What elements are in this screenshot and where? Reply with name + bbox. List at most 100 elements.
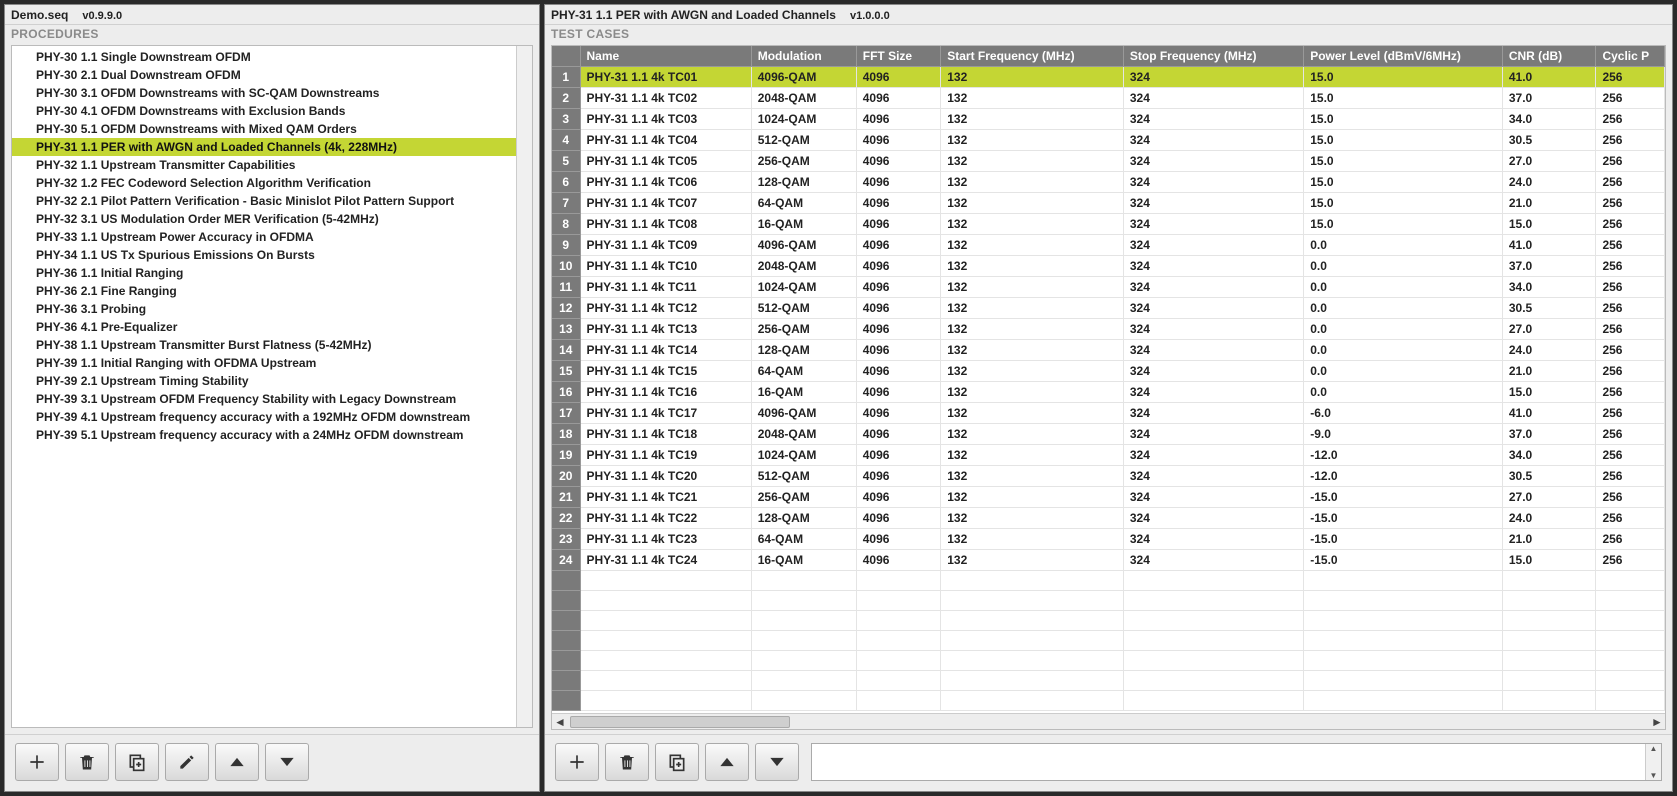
- row-number-cell[interactable]: 4: [552, 130, 580, 151]
- table-cell[interactable]: 15.0: [1502, 550, 1596, 571]
- move-testcase-up-button[interactable]: [705, 743, 749, 781]
- row-number-cell[interactable]: 18: [552, 424, 580, 445]
- table-cell[interactable]: 132: [941, 424, 1124, 445]
- table-row[interactable]: 5PHY-31 1.1 4k TC05256-QAM409613232415.0…: [552, 151, 1665, 172]
- column-header[interactable]: Stop Frequency (MHz): [1123, 46, 1303, 67]
- column-header[interactable]: FFT Size: [856, 46, 940, 67]
- table-cell[interactable]: 132: [941, 172, 1124, 193]
- table-cell[interactable]: [751, 611, 856, 631]
- row-number-cell[interactable]: 11: [552, 277, 580, 298]
- table-cell[interactable]: 256: [1596, 298, 1665, 319]
- table-cell[interactable]: PHY-31 1.1 4k TC11: [580, 277, 751, 298]
- table-cell[interactable]: 256: [1596, 319, 1665, 340]
- move-procedure-up-button[interactable]: [215, 743, 259, 781]
- table-cell[interactable]: 15.0: [1304, 214, 1503, 235]
- table-cell[interactable]: [856, 691, 940, 711]
- table-cell[interactable]: 37.0: [1502, 424, 1596, 445]
- table-cell[interactable]: -12.0: [1304, 466, 1503, 487]
- procedure-item[interactable]: PHY-39 2.1 Upstream Timing Stability: [12, 372, 532, 390]
- table-row[interactable]: 2PHY-31 1.1 4k TC022048-QAM409613232415.…: [552, 88, 1665, 109]
- table-cell[interactable]: -15.0: [1304, 487, 1503, 508]
- procedure-item[interactable]: PHY-36 2.1 Fine Ranging: [12, 282, 532, 300]
- table-cell[interactable]: 4096: [856, 382, 940, 403]
- table-cell[interactable]: [1596, 571, 1665, 591]
- table-cell[interactable]: 34.0: [1502, 109, 1596, 130]
- table-row[interactable]: [552, 631, 1665, 651]
- table-cell[interactable]: 256: [1596, 67, 1665, 88]
- table-cell[interactable]: 324: [1123, 445, 1303, 466]
- delete-procedure-button[interactable]: [65, 743, 109, 781]
- table-cell[interactable]: [1502, 631, 1596, 651]
- table-cell[interactable]: [856, 631, 940, 651]
- move-testcase-down-button[interactable]: [755, 743, 799, 781]
- row-number-cell[interactable]: 19: [552, 445, 580, 466]
- table-cell[interactable]: -12.0: [1304, 445, 1503, 466]
- table-cell[interactable]: PHY-31 1.1 4k TC19: [580, 445, 751, 466]
- row-number-cell[interactable]: 1: [552, 67, 580, 88]
- column-header[interactable]: Power Level (dBmV/6MHz): [1304, 46, 1503, 67]
- table-cell[interactable]: 256: [1596, 214, 1665, 235]
- column-header[interactable]: Modulation: [751, 46, 856, 67]
- row-number-cell[interactable]: 21: [552, 487, 580, 508]
- table-row[interactable]: 9PHY-31 1.1 4k TC094096-QAM40961323240.0…: [552, 235, 1665, 256]
- table-cell[interactable]: -15.0: [1304, 508, 1503, 529]
- table-cell[interactable]: 15.0: [1502, 214, 1596, 235]
- duplicate-procedure-button[interactable]: [115, 743, 159, 781]
- table-row[interactable]: 20PHY-31 1.1 4k TC20512-QAM4096132324-12…: [552, 466, 1665, 487]
- table-cell[interactable]: 132: [941, 340, 1124, 361]
- row-number-cell[interactable]: [552, 591, 580, 611]
- table-cell[interactable]: 256: [1596, 361, 1665, 382]
- table-cell[interactable]: 4096: [856, 319, 940, 340]
- table-cell[interactable]: 4096: [856, 487, 940, 508]
- table-cell[interactable]: [580, 631, 751, 651]
- table-cell[interactable]: 15.0: [1304, 88, 1503, 109]
- table-cell[interactable]: [1502, 571, 1596, 591]
- table-cell[interactable]: 24.0: [1502, 508, 1596, 529]
- procedure-item[interactable]: PHY-39 4.1 Upstream frequency accuracy w…: [12, 408, 532, 426]
- table-cell[interactable]: [1596, 611, 1665, 631]
- table-cell[interactable]: 27.0: [1502, 487, 1596, 508]
- table-cell[interactable]: 132: [941, 529, 1124, 550]
- table-cell[interactable]: [751, 671, 856, 691]
- table-cell[interactable]: [1502, 691, 1596, 711]
- procedure-item[interactable]: PHY-30 5.1 OFDM Downstreams with Mixed Q…: [12, 120, 532, 138]
- table-cell[interactable]: [1304, 591, 1503, 611]
- table-cell[interactable]: 132: [941, 67, 1124, 88]
- table-cell[interactable]: -6.0: [1304, 403, 1503, 424]
- row-number-cell[interactable]: 17: [552, 403, 580, 424]
- table-cell[interactable]: 16-QAM: [751, 382, 856, 403]
- table-cell[interactable]: [1304, 671, 1503, 691]
- delete-testcase-button[interactable]: [605, 743, 649, 781]
- table-cell[interactable]: 256: [1596, 88, 1665, 109]
- row-number-cell[interactable]: [552, 631, 580, 651]
- table-cell[interactable]: [941, 571, 1124, 591]
- procedure-item[interactable]: PHY-32 1.2 FEC Codeword Selection Algori…: [12, 174, 532, 192]
- table-cell[interactable]: 132: [941, 130, 1124, 151]
- row-number-cell[interactable]: [552, 651, 580, 671]
- row-number-cell[interactable]: [552, 611, 580, 631]
- table-cell[interactable]: 512-QAM: [751, 298, 856, 319]
- table-cell[interactable]: 324: [1123, 214, 1303, 235]
- table-cell[interactable]: 4096-QAM: [751, 235, 856, 256]
- table-cell[interactable]: 27.0: [1502, 319, 1596, 340]
- table-cell[interactable]: 4096: [856, 298, 940, 319]
- table-cell[interactable]: 324: [1123, 508, 1303, 529]
- table-cell[interactable]: 132: [941, 277, 1124, 298]
- table-cell[interactable]: 64-QAM: [751, 361, 856, 382]
- row-number-cell[interactable]: 24: [552, 550, 580, 571]
- table-cell[interactable]: PHY-31 1.1 4k TC17: [580, 403, 751, 424]
- procedure-item[interactable]: PHY-30 2.1 Dual Downstream OFDM: [12, 66, 532, 84]
- table-cell[interactable]: [580, 651, 751, 671]
- table-row[interactable]: [552, 591, 1665, 611]
- table-cell[interactable]: 324: [1123, 193, 1303, 214]
- table-cell[interactable]: 1024-QAM: [751, 445, 856, 466]
- row-number-cell[interactable]: 15: [552, 361, 580, 382]
- table-cell[interactable]: [1502, 591, 1596, 611]
- table-row[interactable]: [552, 651, 1665, 671]
- table-cell[interactable]: 256: [1596, 256, 1665, 277]
- table-cell[interactable]: 0.0: [1304, 277, 1503, 298]
- table-row[interactable]: 16PHY-31 1.1 4k TC1616-QAM40961323240.01…: [552, 382, 1665, 403]
- procedure-item[interactable]: PHY-34 1.1 US Tx Spurious Emissions On B…: [12, 246, 532, 264]
- table-cell[interactable]: 4096-QAM: [751, 403, 856, 424]
- scroll-thumb[interactable]: [570, 716, 790, 728]
